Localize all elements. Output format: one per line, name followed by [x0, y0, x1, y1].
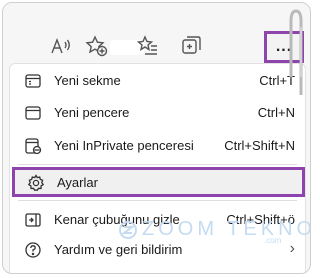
- menu-item-label: Yeni InPrivate penceresi: [54, 138, 194, 153]
- watermark: ZOOM TEKNO .com: [116, 212, 310, 246]
- menu-item-label: Yeni pencere: [54, 105, 130, 120]
- sidebar-icon: [24, 211, 42, 229]
- menu-item-label: Ayarlar: [57, 175, 98, 190]
- menu-separator: [18, 164, 297, 165]
- menu-item-settings[interactable]: Ayarlar: [12, 167, 305, 197]
- new-window-icon: [24, 104, 42, 122]
- gear-icon: [27, 174, 45, 192]
- inprivate-icon: [24, 137, 42, 155]
- read-aloud-icon[interactable]: [49, 34, 73, 58]
- menu-item-label: Yeni sekme: [54, 73, 121, 88]
- help-icon: [24, 241, 42, 259]
- menu-item-new-window[interactable]: Yeni pencere Ctrl+N: [10, 100, 305, 126]
- watermark-logo-icon: [119, 221, 137, 239]
- new-tab-icon: [24, 72, 42, 90]
- chevron-right-icon: ›: [289, 240, 295, 257]
- browser-toolbar: ...: [3, 3, 310, 63]
- watermark-sub: .com: [264, 236, 282, 245]
- collections-icon[interactable]: [179, 34, 203, 58]
- add-favorite-icon[interactable]: [85, 34, 109, 58]
- settings-menu: Yeni sekme Ctrl+T Yeni pencere Ctrl+N Ye…: [9, 63, 310, 273]
- menu-item-new-tab[interactable]: Yeni sekme Ctrl+T: [10, 68, 305, 94]
- menu-item-settings-row: Ayarlar: [13, 170, 300, 196]
- watermark-text: ZOOM TEKNO: [142, 218, 311, 240]
- browser-window: ... Yeni sekme Ctrl+T Yeni pencere Ctrl+…: [2, 2, 311, 274]
- menu-item-shortcut: Ctrl+N: [257, 105, 295, 120]
- menu-item-new-inprivate[interactable]: Yeni InPrivate penceresi Ctrl+Shift+N: [10, 133, 305, 159]
- paperclip-icon: [289, 9, 303, 95]
- favorites-icon[interactable]: [136, 34, 160, 58]
- menu-separator: [18, 200, 297, 201]
- menu-item-shortcut: Ctrl+Shift+N: [224, 138, 295, 153]
